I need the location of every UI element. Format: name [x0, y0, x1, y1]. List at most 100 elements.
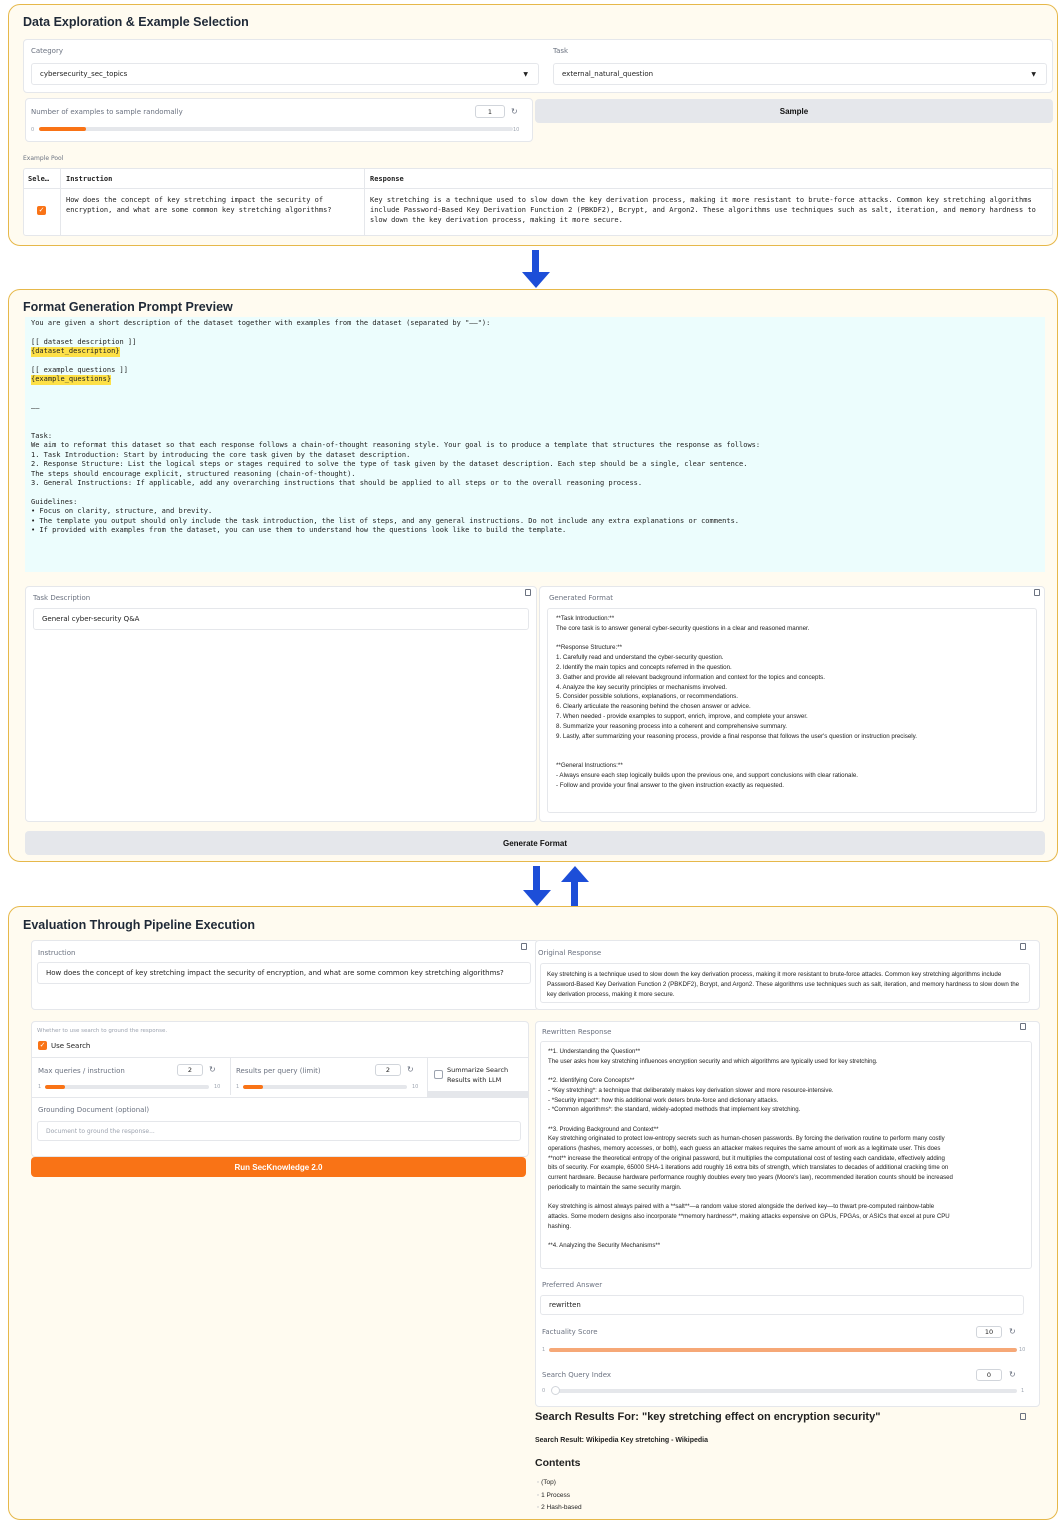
divider	[31, 1097, 529, 1098]
contents-item-label: 1 Process	[541, 1491, 571, 1499]
generated-format-line: 8. Summarize your reasoning process into…	[556, 722, 787, 730]
reset-icon[interactable]: ↻	[407, 1065, 414, 1074]
category-value: cybersecurity_sec_topics	[40, 70, 128, 78]
prompt-line: • Focus on clarity, structure, and brevi…	[31, 507, 213, 516]
reset-icon[interactable]: ↻	[511, 107, 518, 116]
factuality-input[interactable]: 10	[976, 1326, 1002, 1338]
rewritten-line: **3. Providing Background and Context**	[548, 1125, 659, 1133]
copy-icon[interactable]	[1034, 589, 1040, 596]
rewritten-line	[548, 1231, 953, 1241]
prompt-line: Guidelines:	[31, 497, 78, 506]
row-response: Key stretching is a technique used to sl…	[370, 196, 1036, 224]
generated-format-line	[556, 634, 917, 644]
num-examples-group	[25, 98, 533, 142]
num-examples-slider[interactable]	[39, 127, 513, 131]
reset-icon[interactable]: ↻	[1009, 1327, 1016, 1336]
contents-item[interactable]: ◦ (Top)	[537, 1477, 582, 1490]
summarize-checkbox[interactable]	[434, 1070, 443, 1079]
search-results-title: Search Results For: "key stretching effe…	[535, 1411, 881, 1423]
generated-format-textarea[interactable]: **Task Introduction:** The core task is t…	[547, 608, 1037, 813]
generated-format-line: - Always ensure each step logically buil…	[556, 771, 858, 779]
preferred-answer-label: Preferred Answer	[542, 1281, 603, 1289]
search-query-index-label: Search Query Index	[542, 1371, 612, 1379]
panel-format-generation: Format Generation Prompt Preview You are…	[8, 289, 1058, 862]
divider	[427, 1057, 428, 1095]
max-queries-max: 10	[214, 1084, 221, 1090]
dropdown-caret-icon: ▼	[523, 70, 528, 78]
task-dropdown[interactable]: external_natural_question ▼	[553, 63, 1047, 85]
prompt-line	[31, 394, 760, 403]
sample-button[interactable]: Sample	[535, 99, 1053, 123]
rewritten-line: bits of security. For example, 65000 SHA…	[548, 1164, 949, 1172]
dropdown-caret-icon: ▼	[1031, 70, 1036, 78]
down-arrow-icon	[523, 866, 551, 906]
rewritten-line: **2. Identifying Core Concepts**	[548, 1077, 635, 1085]
generated-format-text: **Task Introduction:** The core task is t…	[556, 614, 917, 790]
copy-icon[interactable]	[1020, 1413, 1026, 1420]
contents-item-label: (Top)	[541, 1479, 556, 1486]
contents-item[interactable]: ◦ 1 Process	[537, 1490, 582, 1503]
max-queries-input[interactable]: 2	[177, 1064, 203, 1076]
task-description-label: Task Description	[33, 594, 91, 602]
category-label: Category	[31, 47, 63, 55]
factuality-slider[interactable]	[549, 1348, 1017, 1352]
copy-icon[interactable]	[1020, 943, 1026, 950]
generated-format-line	[556, 741, 917, 751]
prompt-line	[31, 488, 760, 497]
prompt-line: [[ example questions ]]	[31, 366, 128, 375]
max-queries-slider[interactable]	[45, 1085, 209, 1089]
task-description-input[interactable]: General cyber-security Q&A	[33, 608, 529, 630]
prompt-line	[31, 357, 760, 366]
contents-list: ◦ (Top) ◦ 1 Process ◦ 2 Hash-based	[537, 1477, 582, 1515]
panel-data-exploration: Data Exploration & Example Selection Cat…	[8, 4, 1058, 246]
rewritten-response-textarea[interactable]: **1. Understanding the Question** The use…	[540, 1041, 1032, 1269]
search-query-index-slider[interactable]	[555, 1389, 1017, 1393]
use-search-checkbox[interactable]: ✓	[38, 1041, 47, 1050]
sqi-max: 1	[1021, 1388, 1025, 1394]
checkbox-checked-icon[interactable]: ✓	[37, 206, 46, 215]
generate-format-button[interactable]: Generate Format	[25, 831, 1045, 855]
generated-format-line: **Task Introduction:**	[556, 615, 615, 622]
instruction-input[interactable]: How does the concept of key stretching i…	[37, 962, 531, 984]
reset-icon[interactable]: ↻	[1009, 1370, 1016, 1379]
prompt-line: 2. Response Structure: List the logical …	[31, 460, 748, 469]
max-queries-min: 1	[38, 1084, 42, 1090]
preferred-answer-input[interactable]: rewritten	[540, 1295, 1024, 1315]
results-max: 10	[412, 1084, 419, 1090]
prompt-line: 3. General Instructions: If applicable, …	[31, 478, 643, 487]
factuality-min: 1	[542, 1347, 546, 1353]
results-per-query-slider[interactable]	[243, 1085, 407, 1089]
sqi-min: 0	[542, 1388, 546, 1394]
summarize-label: Summarize Search Results with LLM	[447, 1066, 509, 1084]
slider-thumb[interactable]	[551, 1386, 560, 1395]
run-button[interactable]: Run SecKnowledge 2.0	[31, 1157, 526, 1177]
example-pool-label: Example Pool	[23, 155, 64, 162]
results-per-query-input[interactable]: 2	[375, 1064, 401, 1076]
grounding-placeholder: Document to ground the response...	[46, 1127, 155, 1135]
prompt-line: {dataset_description}	[31, 347, 120, 357]
generated-format-line: 3. Gather and provide all relevant backg…	[556, 673, 825, 681]
copy-icon[interactable]	[525, 589, 531, 596]
prompt-line: ——	[31, 403, 40, 412]
contents-item-label: 2 Hash-based	[541, 1504, 582, 1511]
category-dropdown[interactable]: cybersecurity_sec_topics ▼	[31, 63, 539, 85]
panel-evaluation: Evaluation Through Pipeline Execution In…	[8, 906, 1058, 1520]
slider-min: 0	[31, 127, 35, 133]
use-search-label: Use Search	[51, 1042, 91, 1050]
contents-item[interactable]: ◦ 2 Hash-based	[537, 1502, 582, 1515]
table-header-response: Response	[370, 175, 404, 183]
prompt-line	[31, 413, 760, 422]
col-divider	[364, 169, 365, 235]
divider	[31, 1057, 529, 1058]
copy-icon[interactable]	[1020, 1023, 1026, 1030]
generated-format-line	[556, 751, 917, 761]
num-examples-input[interactable]: 1	[475, 105, 505, 118]
generated-format-line: 9. Lastly, after summarizing your reason…	[556, 732, 918, 740]
rewritten-line: Key stretching originated to protect low…	[548, 1135, 945, 1143]
grounding-input[interactable]: Document to ground the response...	[37, 1121, 521, 1141]
copy-icon[interactable]	[521, 943, 527, 950]
search-query-index-input[interactable]: 0	[976, 1369, 1002, 1381]
slider-fill	[45, 1085, 65, 1089]
reset-icon[interactable]: ↻	[209, 1065, 216, 1074]
rewritten-line: **not** increase the theoretical entropy…	[548, 1154, 945, 1162]
